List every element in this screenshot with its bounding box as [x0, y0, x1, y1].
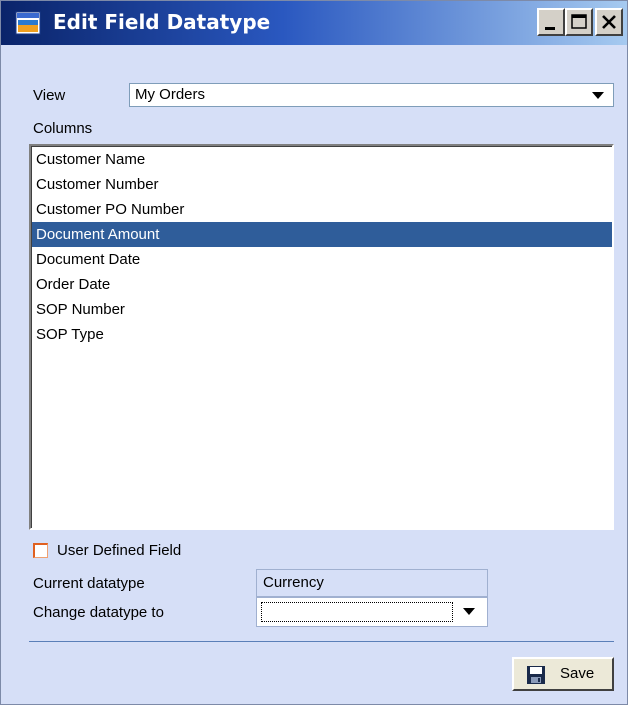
chevron-down-icon[interactable]	[592, 92, 604, 99]
view-label: View	[33, 87, 66, 104]
focus-rectangle	[261, 602, 453, 622]
list-item[interactable]: Customer Number	[32, 172, 612, 197]
list-item[interactable]: Customer PO Number	[32, 197, 612, 222]
list-item[interactable]: SOP Number	[32, 297, 612, 322]
edit-field-datatype-window: Edit Field Datatype View My Orders Colum…	[0, 0, 628, 705]
current-datatype-value: Currency	[263, 574, 324, 591]
current-datatype-field: Currency	[256, 569, 488, 597]
window-app-icon	[15, 10, 41, 36]
window-title: Edit Field Datatype	[53, 10, 271, 34]
list-item[interactable]: Order Date	[32, 272, 612, 297]
save-button[interactable]: Save	[512, 657, 614, 691]
maximize-button[interactable]	[565, 8, 593, 36]
floppy-disk-icon	[526, 665, 546, 689]
chevron-down-icon[interactable]	[463, 608, 475, 615]
save-button-label: Save	[560, 665, 595, 682]
minimize-icon	[545, 27, 555, 30]
list-item[interactable]: Customer Name	[32, 147, 612, 172]
list-item[interactable]: SOP Type	[32, 322, 612, 347]
close-icon	[602, 15, 616, 29]
current-datatype-label: Current datatype	[33, 575, 145, 592]
minimize-button[interactable]	[537, 8, 565, 36]
list-item-selected[interactable]: Document Amount	[32, 222, 612, 247]
divider	[29, 641, 614, 642]
columns-label: Columns	[33, 120, 93, 137]
view-dropdown[interactable]: My Orders	[129, 83, 614, 107]
change-datatype-label: Change datatype to	[33, 604, 164, 621]
columns-listbox[interactable]: Customer Name Customer Number Customer P…	[29, 144, 614, 530]
title-bar[interactable]: Edit Field Datatype	[1, 1, 627, 45]
list-item[interactable]: Document Date	[32, 247, 612, 272]
close-button[interactable]	[595, 8, 623, 36]
change-datatype-dropdown[interactable]	[256, 597, 488, 627]
user-defined-checkbox[interactable]	[33, 543, 48, 558]
user-defined-label: User Defined Field	[57, 542, 182, 559]
maximize-icon	[571, 14, 587, 29]
view-selected-value: My Orders	[135, 86, 206, 103]
